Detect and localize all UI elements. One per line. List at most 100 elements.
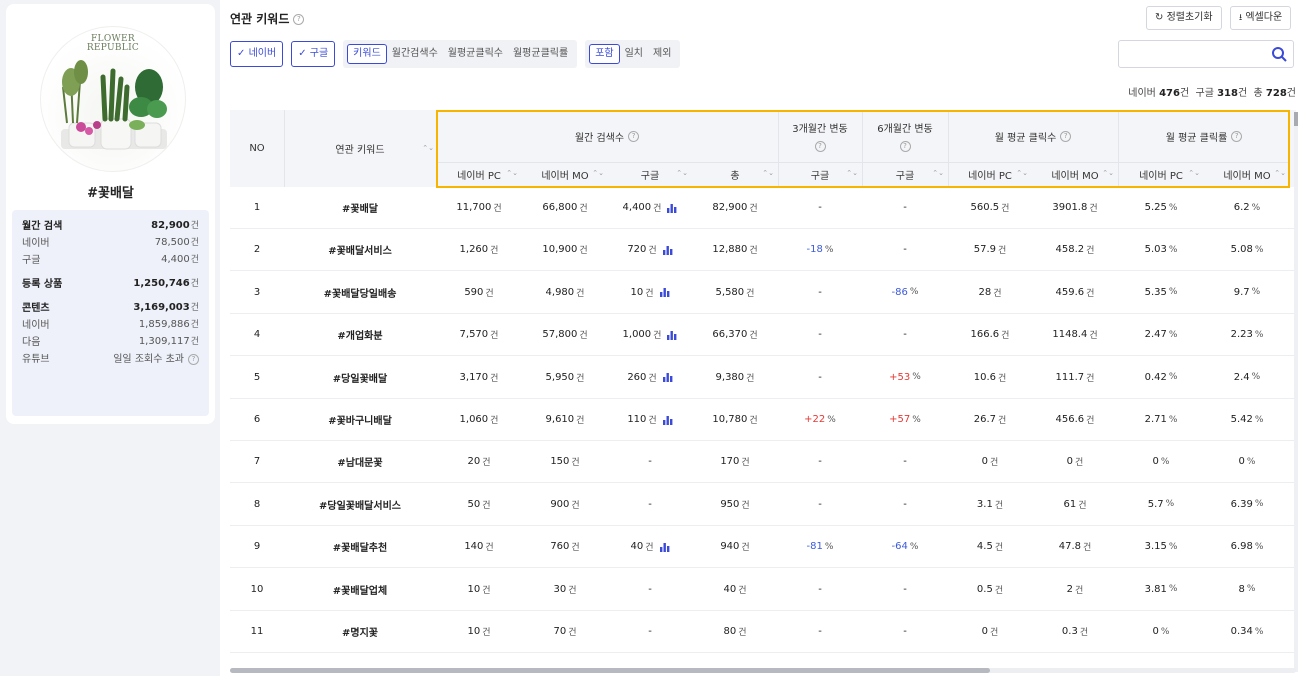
bar-chart-icon[interactable] xyxy=(662,245,673,255)
cell-rmo: 0.34% xyxy=(1230,626,1264,637)
cell-no: 4 xyxy=(253,329,261,341)
bar-chart-icon[interactable] xyxy=(662,372,673,383)
cell-kw[interactable]: #당일꽃배달서비스 xyxy=(284,484,436,525)
help-icon[interactable]: ? xyxy=(293,14,305,25)
table-row[interactable]: 11 #명지꽃 10 건 70 건 - 80 건 - - 0 건 0.3 건 0% 0.34% xyxy=(230,611,1296,653)
plants-illustration xyxy=(61,60,167,150)
cell-cmo: 0.3 건 xyxy=(1061,626,1089,638)
product-card: FLOWER REPUBLIC #꽃배달 월간 검색 82,900건 네이버 78,5… xyxy=(6,4,215,424)
cell-t: 10,780 건 xyxy=(712,414,758,426)
cell-rpc: 0% xyxy=(1152,626,1170,637)
sort-avg-clicks[interactable]: 월평균클릭수 xyxy=(443,44,508,64)
cell-cmo: 456.6 건 xyxy=(1055,414,1095,426)
cell-cmo: 458.2 건 xyxy=(1055,244,1095,257)
cell-rpc: 0% xyxy=(1152,456,1170,468)
table-row[interactable]: 2 #꽃배달서비스 1,260 건 10,900 건 720 건 12,880 건 -18% - 57.… xyxy=(230,229,1296,272)
cell-g: - xyxy=(648,498,652,510)
cell-kw[interactable]: #꽃배달서비스 xyxy=(284,229,436,270)
stat-row: 구글 4,400건 xyxy=(22,250,199,267)
stat-label: 유튜브 xyxy=(22,354,50,365)
table-row[interactable]: 10 #꽃배달업체 10 건 30 건 - 40 건 - - 0.5 건 2 건 3.81% 8% xyxy=(230,569,1296,611)
cell-t: 40 건 xyxy=(723,583,747,596)
search-input[interactable] xyxy=(1118,40,1294,68)
cell-c6: - xyxy=(903,498,907,510)
cell-t: 12,880 건 xyxy=(712,244,758,257)
stat-label: 구글 xyxy=(22,255,41,266)
cell-kw[interactable]: #꽃바구니배달 xyxy=(284,399,436,440)
check-icon: ✓ xyxy=(237,48,246,59)
sort-avg-ctr[interactable]: 월평균클릭률 xyxy=(508,44,573,64)
table-row[interactable]: 4 #개업화분 7,570 건 57,800 건 1,000 건 66,370 건 - - 166.6 건… xyxy=(230,314,1296,357)
sort-icon[interactable]: ⌃⌄ xyxy=(422,144,434,152)
table-row[interactable]: 5 #당일꽃배달 3,170 건 5,950 건 260 건 9,380 건 - +53% 10.6 건 1… xyxy=(230,357,1296,399)
stat-label: 월간 검색 xyxy=(22,221,63,232)
stat-value: 4,400건 xyxy=(161,254,199,265)
table-row[interactable]: 3 #꽃배달당일배송 590 건 4,980 건 10 건 5,580 건 - -86% 28 건 459.… xyxy=(230,272,1296,314)
cell-pc: 3,170 건 xyxy=(459,371,499,384)
header-keyword[interactable]: 연관 키워드 ⌃⌄ xyxy=(284,110,436,187)
naver-filter-chip[interactable]: ✓ 네이버 xyxy=(230,41,284,67)
cell-kw[interactable]: #꽃배달당일배송 xyxy=(284,272,436,313)
table-row[interactable]: 1 #꽃배달 11,700 건 66,800 건 4,400 건 82,900 건 - - 560.5 건… xyxy=(230,187,1296,229)
cell-kw[interactable]: #개업화분 xyxy=(284,314,436,355)
bar-chart-icon[interactable] xyxy=(659,287,670,298)
cell-cpc: 0건 xyxy=(981,456,999,469)
vertical-scrollbar[interactable] xyxy=(1294,112,1298,672)
match-exclude[interactable]: 제외 xyxy=(648,44,676,64)
cell-kw[interactable]: #꽃배달추천 xyxy=(284,526,436,567)
cell-pc: 590 건 xyxy=(464,286,494,299)
scrollbar-thumb[interactable] xyxy=(230,668,990,673)
cell-mo: 900 건 xyxy=(550,498,580,511)
bar-chart-icon[interactable] xyxy=(659,542,670,552)
cell-mo: 66,800 건 xyxy=(542,202,588,214)
table-row[interactable]: 6 #꽃바구니배달 1,060 건 9,610 건 110 건 10,780 건 +22% +57% 2… xyxy=(230,399,1296,441)
cell-rmo: 2.4% xyxy=(1233,371,1261,383)
cell-mo: 5,950 건 xyxy=(545,371,585,384)
cell-t: 950 건 xyxy=(720,498,750,511)
cell-kw[interactable]: #당일꽃배달 xyxy=(284,357,436,398)
stat-label: 네이버 xyxy=(22,238,50,249)
cell-cpc: 0건 xyxy=(981,626,999,638)
cell-c3: - xyxy=(818,286,822,298)
stat-value: 82,900건 xyxy=(151,220,199,231)
stat-value: 1,250,746건 xyxy=(133,278,199,289)
product-keyword: #꽃배달 xyxy=(87,186,134,201)
table-row[interactable]: 8 #당일꽃배달서비스 50 건 900 건 - 950 건 - - 3.1 건 61 건 5.7% 6.39% xyxy=(230,484,1296,526)
horizontal-scrollbar[interactable] xyxy=(230,668,1296,673)
excel-download-button[interactable]: ⭳ 엑셀다운 xyxy=(1230,6,1292,30)
bar-chart-icon[interactable] xyxy=(667,203,677,213)
cell-g: - xyxy=(648,583,652,595)
cell-cpc: 166.6 건 xyxy=(970,329,1010,342)
cell-c6: +53% xyxy=(889,371,921,383)
sort-segment: 키워드 월간검색수 월평균클릭수 월평균클릭률 xyxy=(343,40,578,68)
cell-pc: 1,260 건 xyxy=(459,244,499,257)
cell-kw[interactable]: #남대문꽃 xyxy=(284,441,436,482)
cell-kw[interactable]: #명지꽃 xyxy=(284,611,436,652)
match-include[interactable]: 포함 xyxy=(589,44,620,64)
help-icon[interactable]: ? xyxy=(188,353,199,365)
cell-kw[interactable]: #꽃배달 xyxy=(284,187,436,228)
google-filter-chip[interactable]: ✓ 구글 xyxy=(291,41,336,67)
cell-cpc: 57.9 건 xyxy=(973,244,1007,257)
cell-no: 7 xyxy=(253,456,261,468)
cell-mo: 9,610 건 xyxy=(545,414,585,426)
table-row[interactable]: 9 #꽃배달추천 140 건 760 건 40 건 940 건 -81% -64% 4.5 건 47.8 건 3… xyxy=(230,526,1296,569)
cell-no: 9 xyxy=(253,541,261,553)
reset-sort-button[interactable]: ↻ 정렬초기화 xyxy=(1146,6,1222,30)
cell-no: 2 xyxy=(253,244,261,256)
cell-t: 82,900 건 xyxy=(712,202,758,214)
sort-monthly-search[interactable]: 월간검색수 xyxy=(387,44,443,64)
cell-c3: - xyxy=(818,456,822,468)
cell-cmo: 3901.8 건 xyxy=(1052,202,1098,214)
cell-no: 11 xyxy=(250,626,264,637)
match-exact[interactable]: 일치 xyxy=(620,44,648,64)
bar-chart-icon[interactable] xyxy=(662,415,673,425)
cell-t: 5,580 건 xyxy=(715,286,755,299)
table-row[interactable]: 7 #남대문꽃 20 건 150 건 - 170 건 - - 0 건 0 건 0% 0% xyxy=(230,441,1296,484)
filter-bar: ✓ 네이버 ✓ 구글 키워드 월간검색수 월평균클릭수 월평균클릭률 포함 일치… xyxy=(230,40,688,68)
bar-chart-icon[interactable] xyxy=(667,330,677,340)
header-no: NO xyxy=(249,143,265,154)
sort-keyword[interactable]: 키워드 xyxy=(347,44,387,64)
cell-kw[interactable]: #꽃배달업체 xyxy=(284,569,436,610)
search-icon[interactable] xyxy=(1271,46,1287,62)
